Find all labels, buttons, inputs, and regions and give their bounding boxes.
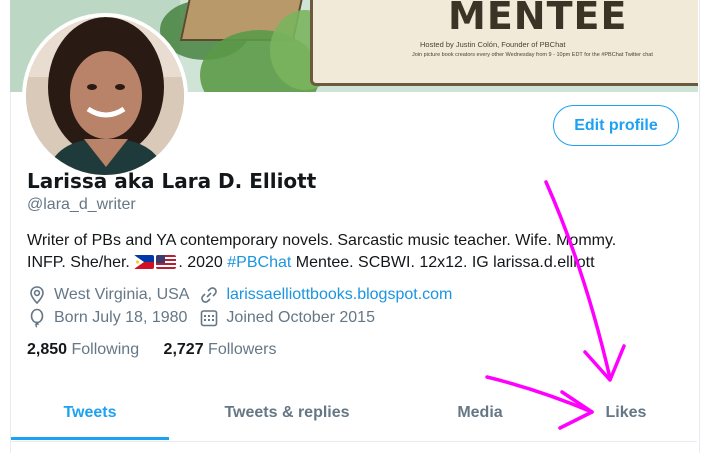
profile-meta-row: Born July 18, 1980 Joined October 2015	[27, 308, 375, 328]
philippines-flag-icon	[134, 255, 155, 269]
tab-tweets[interactable]: Tweets	[11, 385, 169, 441]
active-tab-indicator	[11, 437, 169, 440]
tab-tweets-and-replies[interactable]: Tweets & replies	[169, 385, 405, 441]
profile-tabs: Tweets Tweets & replies Media Likes	[11, 385, 697, 442]
banner-host-text: Hosted by Justin Colón, Founder of PBCha…	[420, 40, 566, 49]
following-label: Following	[71, 341, 140, 358]
avatar-photo	[26, 17, 184, 175]
profile-meta-row: West Virginia, USA larissaelliottbooks.b…	[27, 285, 452, 305]
website-link[interactable]: larissaelliottbooks.blogspot.com	[226, 286, 452, 304]
hashtag-link[interactable]: #PBChat	[227, 254, 291, 271]
avatar[interactable]	[22, 13, 188, 179]
followers-count: 2,727	[163, 341, 204, 358]
bio: Writer of PBs and YA contemporary novels…	[27, 230, 687, 274]
birthday-text: Born July 18, 1980	[54, 309, 188, 326]
display-name: Larissa aka Lara D. Elliott	[27, 169, 317, 193]
usa-flag-icon	[156, 255, 177, 269]
bio-text: INFP. She/her.	[27, 254, 130, 271]
bio-line: Writer of PBs and YA contemporary novels…	[27, 232, 617, 249]
following-count: 2,850	[27, 341, 68, 358]
location-pin-icon	[30, 286, 44, 305]
followers-label: Followers	[208, 341, 277, 358]
bio-text: Mentee. SCBWI. 12x12. IG larissa.d.ellio…	[295, 254, 595, 271]
bio-text: . 2020	[178, 254, 223, 271]
banner-sub-text: Join picture book creators every other W…	[412, 52, 653, 58]
follow-counts: 2,850 Following 2,727 Followers	[27, 341, 277, 359]
tab-media[interactable]: Media	[405, 385, 555, 441]
link-icon	[201, 287, 218, 303]
user-handle: @lara_d_writer	[27, 196, 136, 213]
location-text: West Virginia, USA	[54, 286, 190, 303]
bio-line: INFP. She/her. . 2020 #PBChat Mentee. SC…	[27, 252, 687, 274]
edit-profile-button[interactable]: Edit profile	[553, 105, 679, 146]
balloon-icon	[30, 308, 44, 328]
tab-likes[interactable]: Likes	[555, 385, 697, 441]
followers-link[interactable]: 2,727 Followers	[164, 341, 277, 358]
following-link[interactable]: 2,850 Following	[27, 341, 139, 358]
banner-title: MENTEE	[448, 0, 628, 38]
joined-text: Joined October 2015	[226, 309, 375, 326]
calendar-icon	[201, 310, 218, 327]
